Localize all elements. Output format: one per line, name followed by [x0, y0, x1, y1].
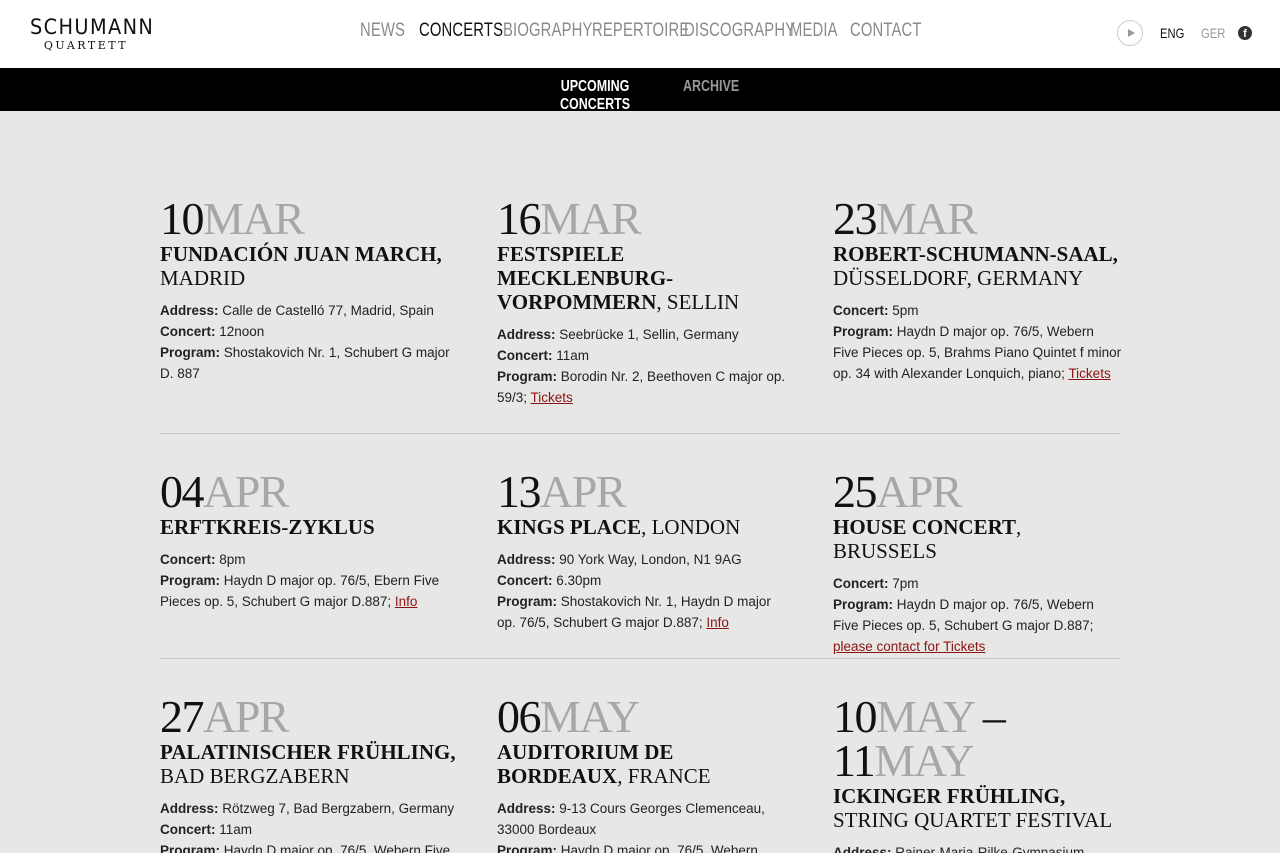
- concert-item: 25APR HOUSE CONCERT, BRUSSELS Concert: 7…: [833, 466, 1123, 657]
- concert-details: Address: Calle de Castelló 77, Madrid, S…: [160, 303, 450, 381]
- lang-ger[interactable]: GER: [1201, 25, 1225, 41]
- concert-item: 10MAY – 11MAY ICKINGER FRÜHLING, STRING …: [833, 691, 1123, 853]
- nav-discography[interactable]: Discography: [684, 20, 795, 42]
- subnav-archive[interactable]: Archive: [683, 78, 739, 96]
- row-divider: [160, 658, 1120, 659]
- concert-date: 04APR: [160, 466, 289, 517]
- concert-details: Concert: 7pm Program: Haydn D major op. …: [833, 576, 1094, 654]
- concert-venue: AUDITORIUM DE BORDEAUX, FRANCE: [497, 740, 711, 788]
- concert-item: 16MAR FESTSPIELE MECKLENBURG-VORPOMMERN,…: [497, 193, 797, 408]
- concert-venue: FUNDACIÓN JUAN MARCH, MADRID: [160, 242, 442, 290]
- concert-date: 06MAY: [497, 691, 640, 742]
- nav-biography[interactable]: Biography: [503, 20, 593, 42]
- play-icon[interactable]: [1117, 20, 1144, 46]
- lang-eng[interactable]: ENG: [1160, 25, 1184, 41]
- contact-tickets-link[interactable]: please contact for Tickets: [833, 639, 985, 654]
- concert-venue: FESTSPIELE MECKLENBURG-VORPOMMERN, SELLI…: [497, 242, 740, 314]
- concert-item: 10MAR FUNDACIÓN JUAN MARCH, MADRID Addre…: [160, 193, 460, 384]
- site-logo[interactable]: SCHUMANN QUARTETT: [30, 15, 155, 53]
- row-divider: [160, 433, 1120, 434]
- concert-item: 04APR ERFTKREIS-ZYKLUS Concert: 8pm Prog…: [160, 466, 460, 612]
- site-header: SCHUMANN QUARTETT News Concerts Biograph…: [0, 0, 1280, 68]
- info-link[interactable]: Info: [706, 615, 729, 630]
- concert-details: Concert: 5pm Program: Haydn D major op. …: [833, 303, 1122, 381]
- logo-line-1: SCHUMANN: [30, 15, 155, 39]
- concert-details: Address: 9-13 Cours Georges Clemenceau, …: [497, 801, 765, 853]
- concert-venue: ICKINGER FRÜHLING, STRING QUARTET FESTIV…: [833, 784, 1113, 832]
- concert-details: Address: Seebrücke 1, Sellin, Germany Co…: [497, 327, 786, 405]
- header-tools: ENG GER f: [1117, 20, 1252, 46]
- nav-contact[interactable]: Contact: [850, 20, 922, 42]
- tickets-link[interactable]: Tickets: [1068, 366, 1110, 381]
- info-link[interactable]: Info: [395, 594, 418, 609]
- concert-details: Address: 90 York Way, London, N1 9AG Con…: [497, 552, 771, 630]
- concert-item: 27APR PALATINISCHER FRÜHLING, BAD BERGZA…: [160, 691, 460, 853]
- nav-concerts[interactable]: Concerts: [419, 20, 503, 42]
- main-nav: News Concerts Biography Repertoire Disco…: [360, 20, 922, 42]
- concert-date: 10MAY –: [833, 691, 1006, 742]
- concert-details: Address: Rainer-Maria-Rilke-Gymnasium, I…: [833, 845, 1089, 853]
- concert-venue: PALATINISCHER FRÜHLING, BAD BERGZABERN: [160, 740, 456, 788]
- concert-date: 16MAR: [497, 193, 642, 244]
- subnav-upcoming[interactable]: Upcoming Concerts: [549, 78, 641, 114]
- concert-date-end: 11MAY: [833, 735, 974, 786]
- nav-media[interactable]: Media: [790, 20, 838, 42]
- concert-venue: ERFTKREIS-ZYKLUS: [160, 515, 375, 539]
- logo-line-2: QUARTETT: [43, 39, 129, 52]
- concert-item: 13APR KINGS PLACE, LONDON Address: 90 Yo…: [497, 466, 787, 633]
- concert-date: 10MAR: [160, 193, 305, 244]
- facebook-icon[interactable]: f: [1238, 26, 1252, 40]
- concert-details: Address: Rötzweg 7, Bad Bergzabern, Germ…: [160, 801, 455, 853]
- concert-date: 27APR: [160, 691, 289, 742]
- concert-item: 23MAR ROBERT-SCHUMANN-SAAL, DÜSSELDORF, …: [833, 193, 1123, 384]
- concert-venue: KINGS PLACE, LONDON: [497, 515, 741, 539]
- concert-date: 13APR: [497, 466, 626, 517]
- concert-details: Concert: 8pm Program: Haydn D major op. …: [160, 552, 440, 609]
- concert-venue: ROBERT-SCHUMANN-SAAL, DÜSSELDORF, GERMAN…: [833, 242, 1118, 290]
- nav-repertoire[interactable]: Repertoire: [592, 20, 689, 42]
- nav-news[interactable]: News: [360, 20, 405, 42]
- concert-venue: HOUSE CONCERT, BRUSSELS: [833, 515, 1022, 563]
- concerts-subnav: Upcoming Concerts Archive: [0, 68, 1280, 114]
- tickets-link[interactable]: Tickets: [531, 390, 573, 405]
- concert-date: 25APR: [833, 466, 962, 517]
- concert-date: 23MAR: [833, 193, 978, 244]
- concert-item: 06MAY AUDITORIUM DE BORDEAUX, FRANCE Add…: [497, 691, 787, 853]
